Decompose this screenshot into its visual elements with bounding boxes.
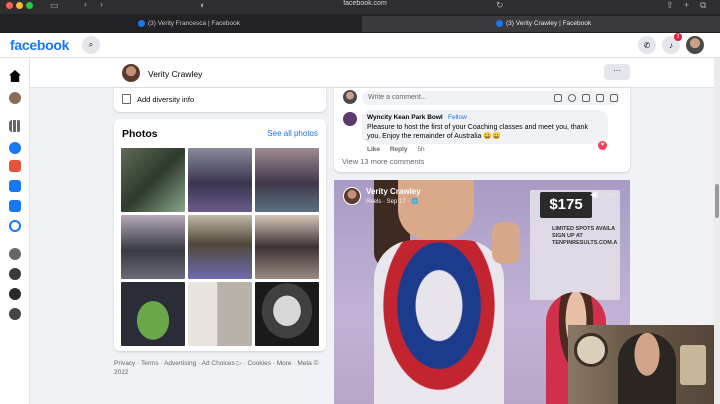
group-shortcut-icon[interactable] [9, 288, 21, 300]
account-avatar[interactable] [686, 36, 704, 54]
photo-thumbnail[interactable] [255, 148, 319, 212]
facebook-favicon-icon [496, 20, 503, 27]
photo-thumbnail[interactable] [121, 215, 185, 279]
profile-sticky-header: Verity Crawley ··· [30, 58, 720, 88]
photos-title: Photos [122, 128, 158, 140]
photo-thumbnail[interactable] [255, 282, 319, 346]
wall-clock [574, 333, 608, 367]
minimize-window-icon[interactable] [16, 2, 23, 9]
left-shortcut-rail [0, 58, 30, 404]
emoji-icon[interactable] [568, 94, 576, 102]
photo-thumbnail[interactable] [255, 215, 319, 279]
sidebar-toggle-icon[interactable]: ▭ [50, 0, 59, 11]
add-diversity-link[interactable]: Add diversity info [137, 95, 194, 104]
group-shortcut-icon[interactable] [9, 268, 21, 280]
address-bar-row: ▭ ‹ › ◐ facebook.com ↻ ⇪ + ⧉ [0, 0, 720, 14]
comment-author[interactable]: Wyncity Kean Park Bowl [367, 114, 443, 121]
reload-icon[interactable]: ↻ [496, 0, 504, 11]
comment-text: Pleasure to host the first of your Coach… [367, 124, 589, 140]
group-shortcut-icon[interactable] [9, 308, 21, 320]
profile-name[interactable]: Verity Crawley [148, 69, 202, 79]
webcam-person [618, 333, 676, 404]
search-button[interactable]: ⌕ [82, 36, 100, 54]
url-field[interactable]: facebook.com [290, 0, 440, 10]
pages-flag-icon[interactable] [9, 160, 21, 172]
comment-input[interactable]: Write a comment... [362, 91, 620, 105]
photo-thumbnail[interactable] [121, 148, 185, 212]
search-icon: ⌕ [88, 40, 94, 49]
reel-meta[interactable]: Reels · Sep 17 · 🌐 [366, 198, 419, 205]
tab-verity-francesca[interactable]: (3) Verity Francesca | Facebook [130, 16, 360, 32]
bowling-shirt [374, 240, 504, 404]
view-more-comments-link[interactable]: View 13 more comments [342, 157, 424, 166]
group-icon[interactable] [9, 248, 21, 260]
photo-thumbnail[interactable] [188, 148, 252, 212]
like-link[interactable]: Like [367, 146, 380, 153]
tab-verity-crawley[interactable]: (3) Verity Crawley | Facebook [362, 16, 720, 32]
comment-placeholder: Write a comment... [368, 94, 427, 101]
home-icon[interactable] [9, 70, 21, 82]
reply-link[interactable]: Reply [390, 146, 408, 153]
tab-strip: (3) Verity Francesca | Facebook (3) Veri… [0, 14, 720, 33]
profile-avatar[interactable] [122, 64, 140, 82]
marketplace-icon[interactable] [9, 180, 21, 192]
webcam-overlay [568, 325, 714, 404]
sticker-icon[interactable] [610, 94, 618, 102]
friends-icon[interactable] [9, 142, 21, 154]
thumbs-up-hand [492, 222, 520, 264]
forward-icon[interactable]: › [100, 0, 103, 9]
intro-card: Add diversity info [114, 88, 326, 112]
see-all-photos-link[interactable]: See all photos [267, 129, 318, 138]
memories-clock-icon[interactable] [9, 220, 21, 232]
promo-sign-text: LIMITED SPOTS AVAILA SIGN UP AT TENPINRE… [552, 226, 618, 246]
messenger-icon: ✆ [643, 40, 651, 50]
diversity-icon [122, 94, 131, 104]
profile-avatar-icon[interactable] [9, 92, 21, 104]
shield-icon[interactable]: ◐ [200, 0, 205, 10]
back-icon[interactable]: ‹ [84, 0, 87, 9]
promo-price: $175 [540, 192, 592, 218]
close-window-icon[interactable] [6, 2, 13, 9]
page-scrollbar[interactable] [714, 58, 720, 404]
fellow-badge: Fellow [448, 114, 467, 121]
comment-time: 5h [417, 146, 425, 153]
current-user-avatar[interactable] [343, 90, 357, 104]
camera-icon[interactable] [582, 94, 590, 102]
photos-card: Photos See all photos [114, 119, 326, 351]
photo-thumbnail[interactable] [188, 282, 252, 346]
footer-links[interactable]: Privacy · Terms · Advertising · Ad Choic… [114, 359, 328, 377]
comment-bubble: Wyncity Kean Park Bowl Fellow Pleasure t… [362, 110, 608, 144]
facebook-favicon-icon [138, 20, 145, 27]
watch-icon[interactable] [9, 200, 21, 212]
commenter-avatar[interactable] [343, 112, 357, 126]
photo-thumbnail[interactable] [121, 282, 185, 346]
new-tab-icon[interactable]: + [684, 0, 689, 10]
gif-icon[interactable] [596, 94, 604, 102]
maximize-window-icon[interactable] [26, 2, 33, 9]
tab-overview-icon[interactable]: ⧉ [700, 0, 706, 11]
share-icon[interactable]: ⇪ [666, 0, 674, 11]
more-options-button[interactable]: ··· [604, 64, 630, 80]
avatar-sticker-icon[interactable] [554, 94, 562, 102]
menu-grid-icon[interactable] [9, 120, 21, 132]
messenger-button[interactable]: ✆ [638, 36, 656, 54]
post-options-icon[interactable]: ··· [608, 189, 617, 199]
facebook-header: facebook ⌕ ✆ ♪ 2 [0, 33, 720, 58]
facebook-logo[interactable]: facebook [10, 37, 69, 53]
scrollbar-thumb[interactable] [715, 184, 719, 218]
lamp [680, 345, 706, 385]
photo-thumbnail[interactable] [188, 215, 252, 279]
heart-reaction-icon[interactable]: ♥ [598, 141, 607, 150]
browser-chrome: ▭ ‹ › ◐ facebook.com ↻ ⇪ + ⧉ (3) Verity … [0, 0, 720, 33]
reel-author-name[interactable]: Verity Crawley [366, 187, 421, 196]
bell-icon: ♪ [669, 40, 673, 50]
comment-actions: Like Reply 5h [367, 146, 425, 153]
volume-icon[interactable]: ◀) [590, 190, 599, 199]
reel-author-avatar[interactable] [343, 187, 361, 205]
notification-badge: 2 [674, 33, 682, 41]
